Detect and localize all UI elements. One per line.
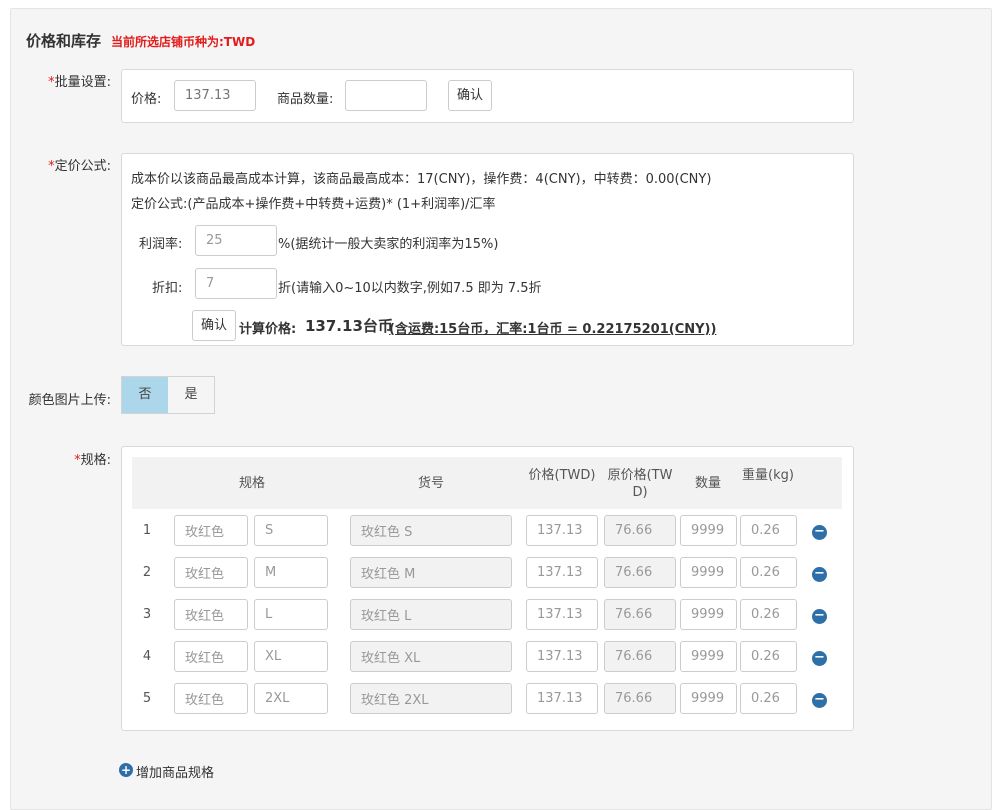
formula-cost-line: 成本价以该商品最高成本计算，该商品最高成本：17(CNY)，操作费：4(CNY)…: [131, 172, 712, 187]
spec-color-input[interactable]: [174, 557, 248, 588]
col-price: 价格(TWD): [528, 468, 596, 483]
spec-color-input[interactable]: [174, 641, 248, 672]
batch-price-label: 价格:: [131, 92, 162, 107]
sku-input[interactable]: [350, 599, 512, 630]
orig-price-input[interactable]: [604, 641, 676, 672]
remove-row-icon[interactable]: −: [812, 693, 827, 708]
price-stock-panel: 价格和库存 当前所选店铺币种为:TWD *批量设置: 价格: 商品数量: 确认 …: [10, 8, 992, 810]
color-upload-label: 颜色图片上传:: [28, 393, 111, 408]
add-spec-icon[interactable]: +: [119, 763, 133, 777]
weight-input[interactable]: [740, 599, 797, 630]
spec-size-input[interactable]: [254, 683, 328, 714]
qty-input[interactable]: [680, 641, 737, 672]
qty-input[interactable]: [680, 557, 737, 588]
col-sku: 货号: [417, 476, 444, 491]
price-input[interactable]: [526, 599, 598, 630]
row-number: 4: [142, 649, 152, 664]
spec-color-input[interactable]: [174, 515, 248, 546]
profit-label: 利润率:: [139, 237, 183, 252]
qty-input[interactable]: [680, 515, 737, 546]
sku-input[interactable]: [350, 641, 512, 672]
orig-price-input[interactable]: [604, 515, 676, 546]
discount-input[interactable]: [195, 268, 277, 299]
row-number: 1: [142, 523, 152, 538]
batch-price-input[interactable]: [174, 80, 256, 111]
batch-label: *批量设置:: [48, 75, 111, 90]
section-title: 价格和库存: [26, 32, 102, 50]
spec-label: *规格:: [74, 453, 111, 468]
remove-row-icon[interactable]: −: [812, 525, 827, 540]
remove-row-icon[interactable]: −: [812, 651, 827, 666]
orig-price-input[interactable]: [604, 599, 676, 630]
price-input[interactable]: [526, 515, 598, 546]
row-number: 3: [142, 607, 152, 622]
sku-input[interactable]: [350, 683, 512, 714]
batch-qty-label: 商品数量:: [277, 92, 334, 107]
row-number: 5: [142, 691, 152, 706]
calc-price-label: 计算价格:: [239, 322, 297, 337]
col-weight: 重量(kg): [742, 468, 794, 483]
qty-input[interactable]: [680, 599, 737, 630]
batch-qty-input[interactable]: [345, 80, 427, 111]
formula-box: 成本价以该商品最高成本计算，该商品最高成本：17(CNY)，操作费：4(CNY)…: [121, 153, 854, 346]
toggle-no-option[interactable]: 否: [122, 377, 168, 413]
color-upload-toggle: 否 是: [121, 376, 215, 414]
batch-confirm-button[interactable]: 确认: [448, 80, 493, 111]
remove-row-icon[interactable]: −: [812, 567, 827, 582]
discount-hint: 折(请输入0~10以内数字,例如7.5 即为 7.5折: [278, 281, 542, 296]
spec-size-input[interactable]: [254, 557, 328, 588]
spec-table-header: 规格 货号 价格(TWD) 原价格(TWD) 数量 重量(kg): [132, 457, 842, 509]
add-spec-link[interactable]: 增加商品规格: [136, 762, 214, 781]
calc-price-value: 137.13台币: [305, 317, 393, 335]
price-input[interactable]: [526, 683, 598, 714]
formula-confirm-button[interactable]: 确认: [192, 310, 237, 341]
qty-input[interactable]: [680, 683, 737, 714]
price-input[interactable]: [526, 557, 598, 588]
profit-hint: %(据统计一般大卖家的利润率为15%): [278, 237, 499, 252]
weight-input[interactable]: [740, 683, 797, 714]
col-orig-price: 原价格(TWD): [607, 468, 673, 500]
toggle-yes-option[interactable]: 是: [168, 377, 214, 413]
weight-input[interactable]: [740, 557, 797, 588]
orig-price-input[interactable]: [604, 683, 676, 714]
profit-input[interactable]: [195, 225, 277, 256]
weight-input[interactable]: [740, 515, 797, 546]
spec-size-input[interactable]: [254, 515, 328, 546]
remove-row-icon[interactable]: −: [812, 609, 827, 624]
spec-color-input[interactable]: [174, 683, 248, 714]
spec-size-input[interactable]: [254, 599, 328, 630]
spec-box: 规格 货号 价格(TWD) 原价格(TWD) 数量 重量(kg) 1 − 2 − 3 − 4…: [121, 446, 854, 731]
calc-price-detail: (含运费:15台币，汇率:1台币 = 0.22175201(CNY)): [389, 322, 717, 337]
sku-input[interactable]: [350, 515, 512, 546]
batch-box: 价格: 商品数量: 确认: [121, 69, 854, 123]
spec-color-input[interactable]: [174, 599, 248, 630]
col-spec: 规格: [238, 476, 265, 491]
row-number: 2: [142, 565, 152, 580]
formula-label: *定价公式:: [48, 159, 111, 174]
formula-expression: 定价公式:(产品成本+操作费+中转费+运费)* (1+利润率)/汇率: [131, 197, 496, 212]
sku-input[interactable]: [350, 557, 512, 588]
price-input[interactable]: [526, 641, 598, 672]
orig-price-input[interactable]: [604, 557, 676, 588]
weight-input[interactable]: [740, 641, 797, 672]
col-qty: 数量: [694, 476, 721, 491]
currency-note: 当前所选店铺币种为:TWD: [111, 35, 256, 49]
discount-label: 折扣:: [152, 281, 183, 296]
spec-size-input[interactable]: [254, 641, 328, 672]
